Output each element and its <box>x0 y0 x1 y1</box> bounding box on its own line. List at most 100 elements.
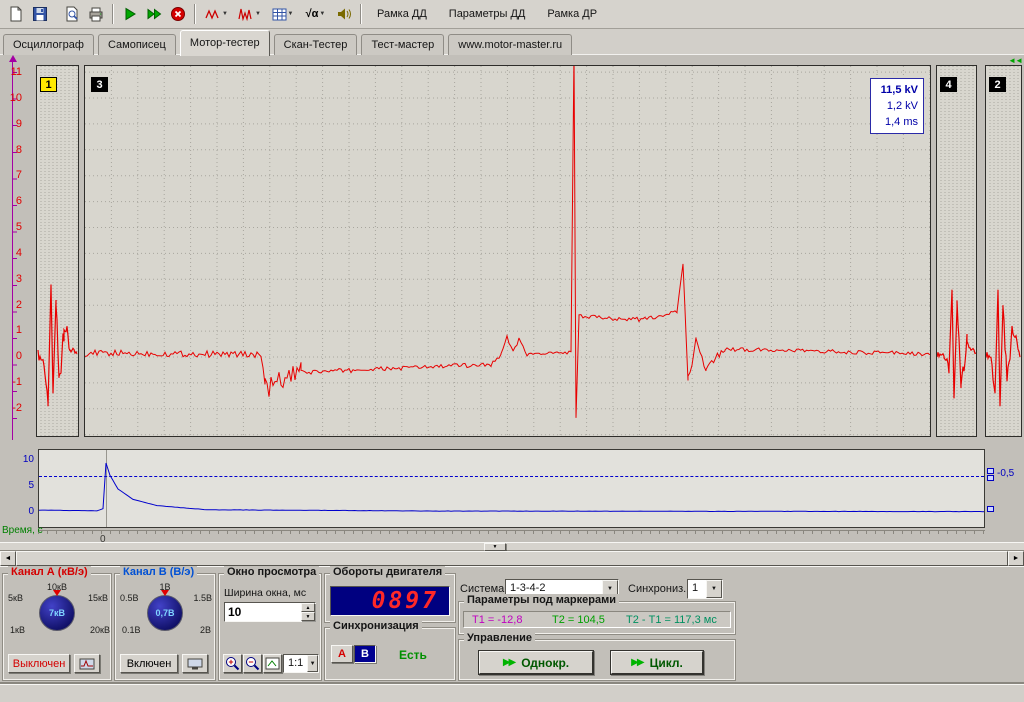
threshold-handle[interactable] <box>987 475 994 481</box>
channel-a-probe-button[interactable] <box>74 654 100 673</box>
threshold-handle[interactable] <box>987 468 994 474</box>
tab-test-master[interactable]: Тест-мастер <box>361 34 444 56</box>
window-width-input[interactable] <box>225 603 301 621</box>
menu-frame-dr[interactable]: Рамка ДР <box>536 4 608 24</box>
zoom-out-button[interactable] <box>243 654 262 673</box>
channel-b-range-knob[interactable]: 0,7В <box>147 595 183 631</box>
speaker-icon <box>336 6 352 22</box>
scope-panel-main[interactable]: 3 11,5 kV 1,2 kV 1,4 ms <box>84 65 931 437</box>
scrollbar-thumb[interactable] <box>16 551 1008 566</box>
toolbar-separator <box>360 4 362 24</box>
overview-chart[interactable] <box>38 449 985 528</box>
sqrt-icon: √α <box>306 8 319 20</box>
sync-channel-b-button[interactable]: В <box>354 645 376 663</box>
scope-panel-cyl2[interactable]: 2 <box>985 65 1022 437</box>
tab-oscilloscope[interactable]: Осциллограф <box>3 34 94 56</box>
table-view-button[interactable]: ▼ <box>266 3 299 25</box>
tab-bar: Осциллограф Самописец Мотор-тестер Скан-… <box>0 29 1024 55</box>
knob-scale-label: 15кВ <box>88 593 108 603</box>
y-axis-value: 0 <box>0 351 24 362</box>
scroll-right-button[interactable]: ► <box>1008 551 1024 566</box>
scope-panel-cyl4[interactable]: 4 <box>936 65 977 437</box>
stop-button[interactable] <box>166 3 190 25</box>
info-peak-kv: 11,5 kV <box>876 82 918 98</box>
waveform-single-icon <box>205 7 221 21</box>
splitter[interactable]: ▼ <box>0 542 1024 551</box>
single-run-button[interactable]: ▶▶ Однокр. <box>479 651 593 674</box>
tab-recorder[interactable]: Самописец <box>98 34 176 56</box>
dropdown-arrow-icon[interactable]: ▼ <box>307 655 318 672</box>
stop-icon <box>170 6 186 22</box>
chevron-down-icon: ▼ <box>222 11 228 17</box>
spin-down-button[interactable]: ▼ <box>301 612 315 621</box>
waveform-cyl1 <box>37 66 78 436</box>
markers-strip: Т1 = -12,8 Т2 = 104,5 Т2 - Т1 = 117,3 мс <box>463 611 731 628</box>
panel-label-3: 3 <box>91 77 108 92</box>
waveform-multi-mode-button[interactable]: ▼ <box>233 3 266 25</box>
y-axis-value: 1 <box>0 325 24 336</box>
collapse-panel-button[interactable]: ▼ <box>484 543 506 551</box>
waveform-mode-button[interactable]: ▼ <box>200 3 233 25</box>
save-icon <box>32 6 48 22</box>
sound-button[interactable] <box>332 3 356 25</box>
waveform-multi-icon <box>238 7 254 21</box>
channel-a-knob-area: 10кВ 5кВ 15кВ 1кВ 20кВ 7кВ <box>3 582 111 640</box>
rpm-title: Обороты двигателя <box>330 566 445 578</box>
y-axis-value: -1 <box>0 377 24 388</box>
trace-level-handle[interactable] <box>987 506 994 512</box>
knob-scale-label: 1кВ <box>10 625 25 635</box>
zoom-in-button[interactable] <box>223 654 242 673</box>
knob-scale-label: 2В <box>200 625 211 635</box>
zoom-ratio-value: 1:1 <box>284 655 307 672</box>
scope-panel-cyl1[interactable]: 1 <box>36 65 79 437</box>
knob-pointer-icon <box>161 590 169 596</box>
menu-params-dd[interactable]: Параметры ДД <box>438 4 537 24</box>
view-window-group: Окно просмотра Ширина окна, мс ▲ ▼ <box>218 573 322 681</box>
channel-b-range-value: 0,7В <box>155 608 174 618</box>
y-axis-value: 7 <box>0 170 24 181</box>
toolbar-separator <box>112 4 114 24</box>
channel-b-display-button[interactable] <box>182 654 208 673</box>
fast-forward-icon <box>146 6 162 22</box>
channel-a-state-button[interactable]: Выключен <box>8 654 70 673</box>
spin-up-button[interactable]: ▲ <box>301 603 315 612</box>
menu-frame-dd[interactable]: Рамка ДД <box>366 4 438 24</box>
math-function-button[interactable]: √α ▼ <box>299 3 332 25</box>
fit-view-button[interactable] <box>263 654 282 673</box>
tab-motor-tester[interactable]: Мотор-тестер <box>180 30 270 56</box>
zoom-ratio-combo[interactable]: 1:1 ▼ <box>283 654 319 673</box>
new-file-icon <box>8 6 24 22</box>
y-axis-value: 4 <box>0 248 24 259</box>
sync-select-combo[interactable]: 1 ▼ <box>687 579 723 599</box>
scope-area: 11109876543210-1-2 1 3 11,5 kV 1,2 kV 1,… <box>0 55 1024 446</box>
sync-channel-a-button[interactable]: А <box>331 645 353 663</box>
fast-start-button[interactable] <box>142 3 166 25</box>
y-axis-value: 2 <box>0 300 24 311</box>
horizontal-scrollbar[interactable]: ◄ ► <box>0 551 1024 566</box>
scroll-left-button[interactable]: ◄ <box>0 551 16 566</box>
status-bar <box>0 684 1024 702</box>
print-preview-button[interactable] <box>60 3 84 25</box>
cycle-run-button[interactable]: ▶▶ Цикл. <box>611 651 703 674</box>
chevron-down-icon: ▼ <box>319 11 325 17</box>
start-button[interactable] <box>118 3 142 25</box>
overview-chart-section: 10 5 0 -0,5 Время, с 0 <box>0 446 1024 542</box>
y-axis-value: 8 <box>0 145 24 156</box>
window-width-field-area: ▲ ▼ <box>224 602 316 622</box>
collapse-icon: ▼ <box>493 544 498 550</box>
tab-scan-tester[interactable]: Скан-Тестер <box>274 34 358 56</box>
save-button[interactable] <box>28 3 52 25</box>
single-run-label: Однокр. <box>521 656 569 670</box>
panel-label-1: 1 <box>40 77 57 92</box>
tab-website[interactable]: www.motor-master.ru <box>448 34 572 56</box>
overview-y-label: 10 <box>18 454 34 465</box>
channel-a-range-knob[interactable]: 7кВ <box>39 595 75 631</box>
dropdown-arrow-icon[interactable]: ▼ <box>706 580 722 598</box>
marker-t2-value: Т2 = 104,5 <box>552 614 605 626</box>
knob-scale-label: 20кВ <box>90 625 110 635</box>
channel-b-state-button[interactable]: Включен <box>120 654 178 673</box>
print-button[interactable] <box>84 3 108 25</box>
knob-scale-label: 1.5В <box>193 593 212 603</box>
y-axis-value: 9 <box>0 119 24 130</box>
new-file-button[interactable] <box>4 3 28 25</box>
